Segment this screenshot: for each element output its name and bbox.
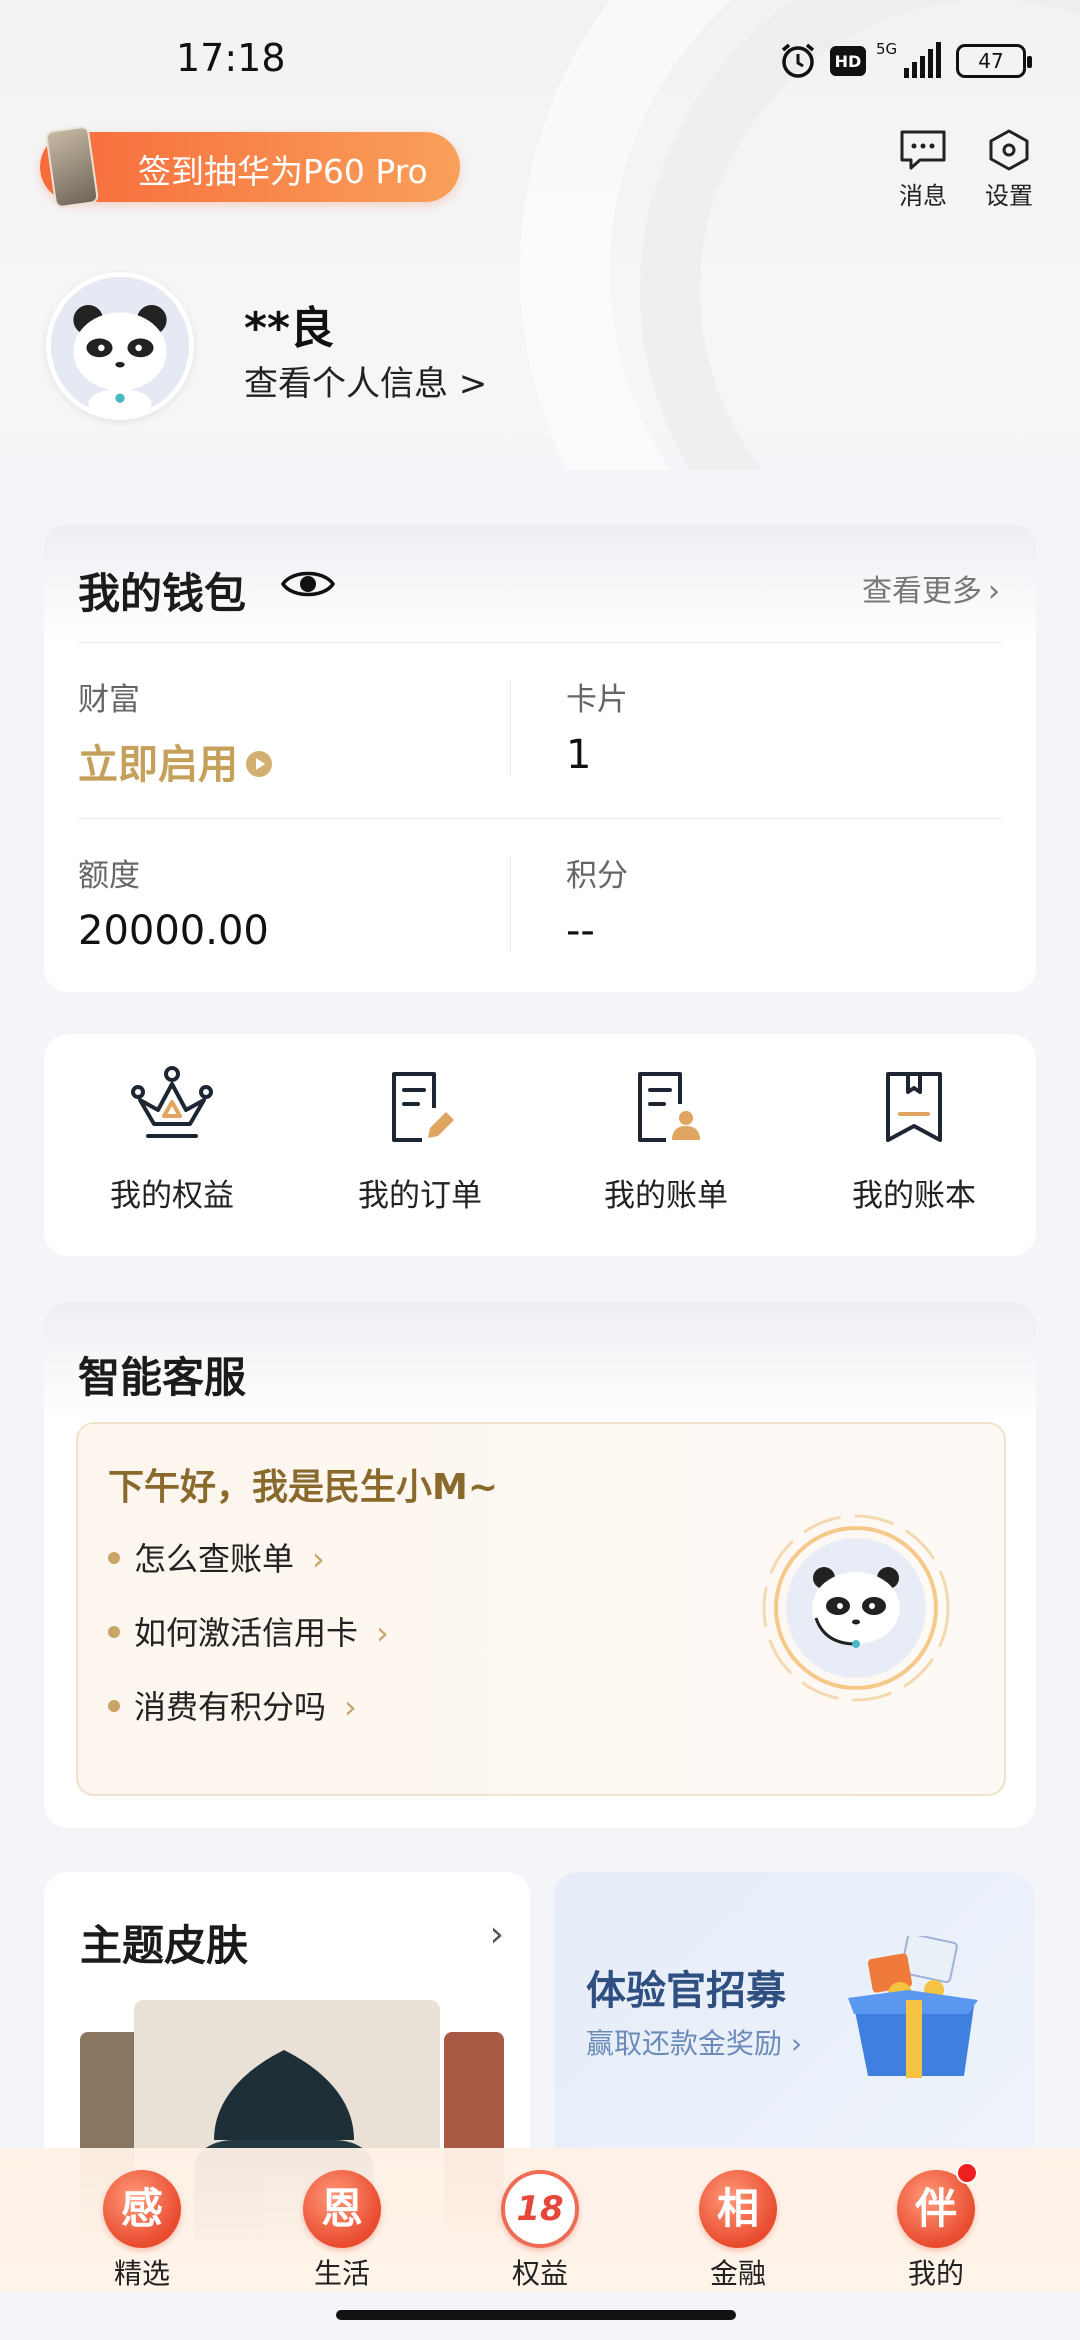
service-question[interactable]: 消费有积分吗 ›	[108, 1682, 357, 1728]
settings-label: 设置	[985, 182, 1033, 210]
action-label: 我的账本	[852, 1178, 976, 1214]
messages-button[interactable]: 消息	[888, 128, 958, 212]
recruit-banner[interactable]: 体验官招募 赢取还款金奖励 ›	[554, 1872, 1034, 2172]
order-edit-icon	[392, 1072, 454, 1142]
nav-finance[interactable]: 相 金融	[678, 2170, 798, 2292]
gift-box-icon	[848, 1936, 978, 2078]
points-value[interactable]: --	[566, 908, 595, 954]
recruit-title: 体验官招募	[586, 1968, 786, 2014]
panda-bot-icon[interactable]	[758, 1510, 954, 1706]
chevron-right-icon: ›	[344, 1688, 357, 1726]
divider	[78, 642, 1002, 643]
chevron-right-icon: ›	[312, 1540, 325, 1578]
chevron-right-icon: ›	[988, 574, 1000, 609]
hd-icon: HD	[830, 46, 866, 76]
nav-featured-icon: 感	[103, 2170, 181, 2248]
eye-icon[interactable]	[280, 562, 336, 606]
action-label: 我的权益	[110, 1178, 234, 1214]
cards-value[interactable]: 1	[566, 732, 591, 778]
signal-icon: 5G	[876, 40, 942, 80]
service-box: 下午好，我是民生小M~ 怎么查账单 › 如何激活信用卡 › 消费有积分吗 ›	[76, 1422, 1006, 1796]
cards-label: 卡片	[566, 682, 628, 718]
nav-label: 我的	[907, 2257, 964, 2290]
nav-label: 生活	[313, 2257, 370, 2290]
status-bar: 17:18 HD 5G 47	[0, 0, 1080, 120]
bill-user-icon	[638, 1072, 700, 1142]
service-question[interactable]: 如何激活信用卡 ›	[108, 1608, 389, 1654]
service-greeting: 下午好，我是民生小M~	[108, 1467, 498, 1508]
wealth-label: 财富	[78, 682, 140, 718]
panda-avatar-icon	[51, 277, 189, 415]
action-orders[interactable]: 我的订单	[320, 1064, 520, 1215]
bottom-nav: 感 精选 恩 生活 18 权益 相 金融 伴 我的	[0, 2148, 1080, 2292]
nav-benefits-icon: 18	[501, 2170, 579, 2248]
question-text: 如何激活信用卡	[134, 1614, 359, 1652]
nav-benefits[interactable]: 18 权益	[480, 2170, 600, 2292]
status-time: 17:18	[176, 36, 286, 80]
points-label: 积分	[566, 858, 628, 894]
messages-label: 消息	[899, 182, 947, 210]
crown-icon	[131, 1066, 213, 1138]
profile-info-link[interactable]: 查看个人信息 >	[244, 356, 487, 405]
action-ledger[interactable]: 我的账本	[814, 1064, 1014, 1215]
chevron-right-icon: ›	[489, 1914, 504, 1955]
battery-icon: 47	[956, 44, 1032, 78]
smart-service-card: 智能客服 下午好，我是民生小M~ 怎么查账单 › 如何激活信用卡 › 消费有积分吗 ›	[44, 1302, 1036, 1828]
nav-mine[interactable]: 伴 我的	[876, 2162, 996, 2292]
question-text: 消费有积分吗	[134, 1688, 327, 1726]
avatar[interactable]	[46, 272, 194, 420]
service-question[interactable]: 怎么查账单 ›	[108, 1534, 325, 1580]
question-text: 怎么查账单	[134, 1540, 295, 1578]
home-indicator[interactable]	[336, 2310, 736, 2320]
settings-button[interactable]: 设置	[974, 128, 1044, 212]
action-label: 我的账单	[604, 1178, 728, 1214]
user-name: **良	[244, 303, 335, 354]
ledger-bookmark-icon	[886, 1072, 942, 1142]
divider	[510, 680, 511, 776]
action-label: 我的订单	[358, 1178, 482, 1214]
chevron-right-icon: ›	[376, 1614, 389, 1652]
limit-label: 额度	[78, 858, 140, 894]
theme-title: 主题皮肤	[80, 1921, 249, 1970]
settings-icon	[989, 129, 1029, 171]
quick-actions: 我的权益 我的订单 我的账单 我的账本	[44, 1034, 1036, 1256]
nav-label: 精选	[113, 2257, 170, 2290]
limit-value[interactable]: 20000.00	[78, 908, 269, 954]
divider	[510, 856, 511, 952]
recruit-subtitle: 赢取还款金奖励 ›	[586, 2027, 803, 2060]
svg-text:5G: 5G	[876, 40, 897, 58]
wallet-title: 我的钱包	[78, 569, 247, 618]
action-benefits[interactable]: 我的权益	[72, 1064, 272, 1215]
phone-image	[44, 125, 100, 209]
promo-label: 签到抽华为P60 Pro	[138, 152, 428, 191]
wealth-value[interactable]: 立即启用	[78, 732, 272, 790]
play-icon	[246, 751, 272, 777]
message-icon	[900, 130, 946, 170]
action-bills[interactable]: 我的账单	[566, 1064, 766, 1215]
nav-life[interactable]: 恩 生活	[282, 2170, 402, 2292]
divider	[78, 818, 1002, 819]
wallet-card: 我的钱包 查看更多 › 财富 立即启用 卡片 1 额度 20000.00 积分 -…	[44, 524, 1036, 992]
service-title: 智能客服	[78, 1353, 247, 1402]
recruit-subtitle-text: 赢取还款金奖励	[586, 2027, 783, 2060]
wallet-more-link[interactable]: 查看更多 ›	[862, 566, 1000, 610]
notification-badge	[956, 2162, 978, 2184]
wallet-more-label: 查看更多	[862, 574, 982, 609]
nav-finance-icon: 相	[699, 2170, 777, 2248]
nav-label: 权益	[511, 2257, 568, 2290]
nav-featured[interactable]: 感 精选	[82, 2170, 202, 2292]
nav-label: 金融	[709, 2257, 766, 2290]
wealth-value-text: 立即启用	[78, 742, 238, 788]
alarm-icon	[778, 40, 818, 80]
nav-life-icon: 恩	[303, 2170, 381, 2248]
promo-banner[interactable]: 签到抽华为P60 Pro	[40, 125, 460, 209]
